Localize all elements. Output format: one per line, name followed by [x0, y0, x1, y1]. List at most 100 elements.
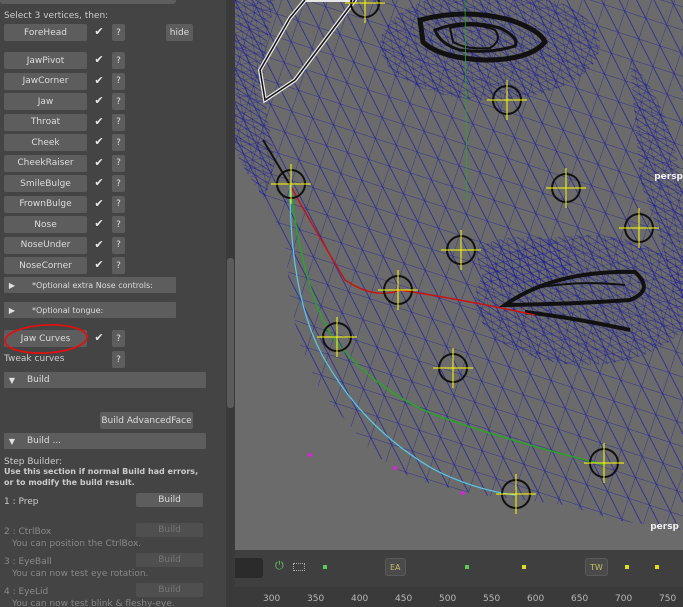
- step-build-button[interactable]: Build: [136, 583, 203, 597]
- build-section-header[interactable]: ▼ Build: [4, 372, 206, 388]
- joint-button[interactable]: JawPivot: [4, 52, 87, 69]
- key-marker: [522, 565, 526, 569]
- joint-checkbox[interactable]: ✔: [92, 217, 106, 231]
- tweak-curves-label: Tweak curves: [4, 354, 65, 364]
- build-steps-section-label: Build ...: [27, 436, 62, 446]
- joint-checkbox[interactable]: ✔: [92, 258, 106, 272]
- joint-checkbox[interactable]: ✔: [92, 238, 106, 252]
- red-circle-annotation: [4, 323, 88, 355]
- ruler-tick-label: 700: [615, 594, 633, 604]
- step-label: 3 : EyeBall: [4, 557, 52, 567]
- joint-help-button[interactable]: ?: [112, 257, 125, 274]
- joint-checkbox[interactable]: ✔: [92, 53, 106, 67]
- build-section-label: Build: [27, 375, 50, 385]
- key-marker: [323, 565, 327, 569]
- step-builder-note-1: Use this section if normal Build had err…: [4, 467, 199, 476]
- scrollbar-thumb[interactable]: [227, 258, 234, 408]
- joint-button[interactable]: Jaw: [4, 93, 87, 110]
- ruler-tick-label: 400: [351, 594, 369, 604]
- joint-button[interactable]: NoseUnder: [4, 236, 87, 254]
- expand-arrow-icon: ▶: [8, 280, 16, 290]
- optional-tongue-section-header[interactable]: ▶ *Optional tongue:: [4, 302, 176, 318]
- time-field[interactable]: [235, 558, 263, 578]
- forehead-checkbox[interactable]: ✔: [92, 25, 106, 39]
- joint-help-button[interactable]: ?: [112, 113, 125, 131]
- optional-nose-section-header[interactable]: ▶ *Optional extra Nose controls:: [4, 277, 176, 293]
- collapsed-top-button[interactable]: [0, 0, 176, 4]
- step-label: 4 : EyeLid: [4, 587, 49, 597]
- joint-button[interactable]: Throat: [4, 113, 87, 131]
- step-note: You can now test eye rotation.: [12, 569, 149, 579]
- key-marker: [655, 565, 659, 569]
- step-note: You can position the CtrlBox.: [12, 539, 142, 549]
- joint-help-button[interactable]: ?: [112, 134, 125, 151]
- panel-scrollbar[interactable]: [226, 0, 235, 607]
- joint-help-button[interactable]: ?: [112, 72, 125, 90]
- camera-label-partial: persp: [654, 172, 683, 182]
- joint-help-button[interactable]: ?: [112, 175, 125, 192]
- joint-checkbox[interactable]: ✔: [92, 197, 106, 211]
- ruler-tick-label: 350: [307, 594, 325, 604]
- hide-button[interactable]: hide: [166, 24, 193, 41]
- jaw-curves-help-button[interactable]: ?: [112, 330, 125, 347]
- joint-help-button[interactable]: ?: [112, 236, 125, 254]
- optional-tongue-label: *Optional tongue:: [32, 305, 104, 315]
- joint-help-button[interactable]: ?: [112, 154, 125, 172]
- ruler-tick-label: 500: [439, 594, 457, 604]
- joint-button[interactable]: FrownBulge: [4, 195, 87, 213]
- jaw-curves-checkbox[interactable]: ✔: [92, 331, 106, 345]
- time-control-bar: ⏻ EA TW: [235, 550, 683, 587]
- joint-checkbox[interactable]: ✔: [92, 176, 106, 190]
- step-label: 2 : CtrlBox: [4, 527, 52, 537]
- 3d-viewport[interactable]: persp persp: [235, 0, 683, 550]
- joint-checkbox[interactable]: ✔: [92, 156, 106, 170]
- joint-help-button[interactable]: ?: [112, 93, 125, 110]
- joint-checkbox[interactable]: ✔: [92, 135, 106, 149]
- forehead-button[interactable]: ForeHead: [4, 24, 87, 41]
- tw-tag[interactable]: TW: [585, 558, 608, 576]
- ea-tag[interactable]: EA: [385, 558, 406, 576]
- optional-nose-label: *Optional extra Nose controls:: [32, 280, 153, 290]
- face-wireframe: [235, 0, 683, 530]
- joint-button[interactable]: Cheek: [4, 134, 87, 151]
- key-marker: [465, 565, 469, 569]
- forehead-help-button[interactable]: ?: [112, 24, 125, 41]
- joint-checkbox[interactable]: ✔: [92, 115, 106, 129]
- joint-help-button[interactable]: ?: [112, 195, 125, 213]
- ruler-tick-label: 600: [527, 594, 545, 604]
- ruler-tick-label: 650: [571, 594, 589, 604]
- joint-button[interactable]: SmileBulge: [4, 175, 87, 192]
- select-vertices-instruction: Select 3 vertices, then:: [4, 11, 109, 21]
- build-steps-section-header[interactable]: ▼ Build ...: [4, 433, 206, 449]
- joint-help-button[interactable]: ?: [112, 216, 125, 233]
- step-build-button[interactable]: Build: [136, 493, 203, 507]
- joint-button[interactable]: Nose: [4, 216, 87, 233]
- joint-help-button[interactable]: ?: [112, 52, 125, 69]
- joint-button[interactable]: NoseCorner: [4, 257, 87, 274]
- collapse-arrow-icon: ▼: [8, 375, 16, 385]
- ruler-tick-label: 300: [263, 594, 281, 604]
- build-advancedface-button[interactable]: Build AdvancedFace: [100, 412, 193, 429]
- joint-checkbox[interactable]: ✔: [92, 74, 106, 88]
- step-build-button[interactable]: Build: [136, 523, 203, 537]
- keys-icon[interactable]: [293, 563, 305, 571]
- ruler-tick-label: 750: [659, 594, 677, 604]
- camera-label: persp: [650, 522, 679, 532]
- ruler-tick-label: 450: [395, 594, 413, 604]
- expand-arrow-icon: ▶: [8, 305, 16, 315]
- joint-checkbox[interactable]: ✔: [92, 94, 106, 108]
- step-note: You can now test blink & fleshy-eye.: [12, 599, 175, 607]
- collapse-arrow-icon: ▼: [8, 436, 16, 446]
- power-icon[interactable]: ⏻: [275, 559, 284, 573]
- joint-button[interactable]: CheekRaiser: [4, 154, 87, 172]
- ruler-tick-label: 550: [483, 594, 501, 604]
- joint-button[interactable]: JawCorner: [4, 72, 87, 90]
- time-ruler[interactable]: 300 350 400 450 500 550 600 650 700 750: [235, 587, 683, 607]
- rig-tool-panel: Select 3 vertices, then: ForeHead ✔ ? hi…: [0, 0, 235, 607]
- step-label: 1 : Prep: [4, 497, 39, 507]
- tweak-curves-help-button[interactable]: ?: [112, 351, 125, 368]
- step-builder-title: Step Builder:: [4, 457, 63, 467]
- step-builder-note-2: or to modify the build result.: [4, 478, 135, 487]
- step-build-button[interactable]: Build: [136, 553, 203, 567]
- key-marker: [625, 565, 629, 569]
